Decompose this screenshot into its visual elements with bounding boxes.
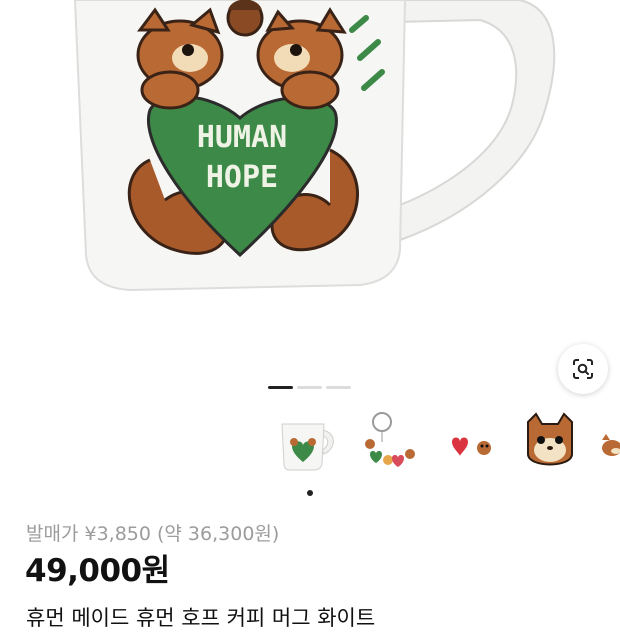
product-image[interactable]: HUMAN HOPE	[0, 0, 620, 350]
pager-dot-3[interactable]	[326, 386, 351, 389]
keychain-thumbnail-image	[365, 412, 415, 467]
thumbnail-selected-indicator	[307, 490, 313, 496]
visual-search-button[interactable]	[558, 344, 608, 394]
pager-dot-1[interactable]	[268, 386, 293, 389]
thumbnail-keychain[interactable]	[358, 408, 428, 484]
image-pager	[268, 386, 351, 389]
thumbnail-stickers[interactable]	[440, 408, 510, 484]
pager-dot-2[interactable]	[297, 386, 322, 389]
mug-print-line2: HOPE	[205, 160, 279, 195]
squirrel-patch-thumbnail-image	[527, 412, 573, 466]
mug-thumbnail-image	[281, 423, 334, 471]
visual-search-icon	[573, 359, 593, 379]
squirrel-partial-thumbnail-image	[602, 434, 620, 456]
release-price: 발매가 ¥3,850 (약 36,300원)	[26, 523, 280, 545]
product-title: 휴먼 메이드 휴먼 호프 커피 머그 화이트	[26, 606, 376, 630]
thumbnail-mug[interactable]	[270, 408, 340, 484]
thumbnail-squirrel-partial[interactable]	[598, 408, 620, 484]
stickers-thumbnail-image	[452, 437, 491, 456]
thumbnail-squirrel-patch[interactable]	[520, 408, 590, 484]
mug-print-line1: HUMAN	[196, 120, 288, 155]
mug-print-text: HUMAN HOPE	[172, 118, 312, 198]
thumbnail-strip	[270, 408, 620, 488]
product-price: 49,000원	[25, 553, 170, 589]
